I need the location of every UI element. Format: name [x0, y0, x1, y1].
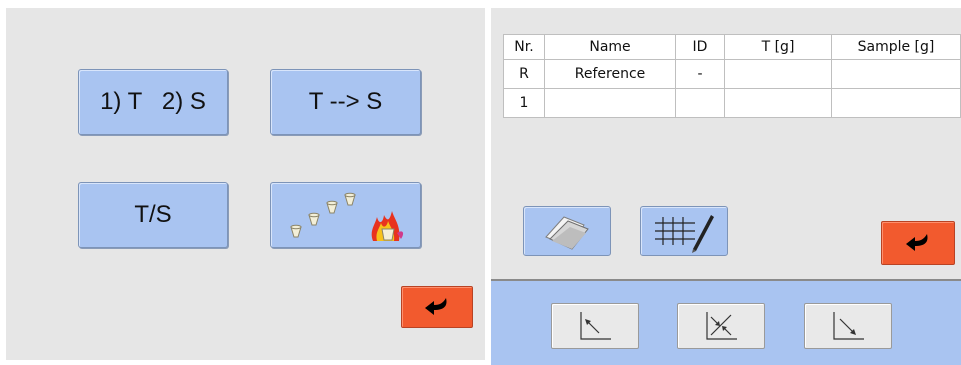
axis-downright-button[interactable]: [804, 303, 892, 349]
return-arrow-icon: [425, 298, 447, 315]
t-slash-s-button[interactable]: T/S: [78, 182, 228, 248]
header-id: ID: [675, 34, 725, 60]
left-panel: 1) T 2) S T --> S T/S: [6, 8, 485, 360]
return-arrow-icon: [906, 234, 928, 251]
back-button-left[interactable]: [401, 286, 473, 328]
right-panel: Nr. Name ID T [g] Sample [g] R Reference…: [491, 8, 961, 365]
header-sample: Sample [g]: [831, 34, 961, 60]
crucibles-fire-icon: [289, 192, 403, 241]
cell-id[interactable]: [675, 88, 725, 118]
table-row[interactable]: R Reference -: [503, 59, 961, 89]
edit-table-button[interactable]: [640, 206, 728, 256]
cell-sample[interactable]: [831, 88, 961, 118]
table-header-row: Nr. Name ID T [g] Sample [g]: [503, 34, 961, 60]
burn-crucibles-button[interactable]: [270, 182, 421, 248]
folder-icon: [545, 216, 589, 250]
back-button-right[interactable]: [881, 221, 955, 265]
bottom-toolbar: [491, 281, 961, 365]
grid-edit-icon: [655, 215, 714, 253]
cell-id[interactable]: -: [675, 59, 725, 89]
axis-arrow-downright-icon: [833, 312, 864, 340]
cell-nr[interactable]: 1: [503, 88, 545, 118]
samples-table: Nr. Name ID T [g] Sample [g] R Reference…: [503, 34, 961, 118]
cell-name[interactable]: Reference: [544, 59, 676, 89]
cell-name[interactable]: [544, 88, 676, 118]
axis-arrows-converge-icon: [706, 312, 737, 340]
header-nr: Nr.: [503, 34, 545, 60]
header-t: T [g]: [724, 34, 832, 60]
table-row[interactable]: 1: [503, 88, 961, 118]
cell-sample[interactable]: [831, 59, 961, 89]
axis-arrow-upleft-icon: [580, 312, 611, 340]
axis-converge-button[interactable]: [677, 303, 765, 349]
t-to-s-button[interactable]: T --> S: [270, 69, 421, 135]
cell-nr[interactable]: R: [503, 59, 545, 89]
header-name: Name: [544, 34, 676, 60]
open-file-button[interactable]: [523, 206, 611, 256]
cell-t[interactable]: [724, 88, 832, 118]
t-then-s-button[interactable]: 1) T 2) S: [78, 69, 228, 135]
cell-t[interactable]: [724, 59, 832, 89]
axis-upleft-button[interactable]: [551, 303, 639, 349]
